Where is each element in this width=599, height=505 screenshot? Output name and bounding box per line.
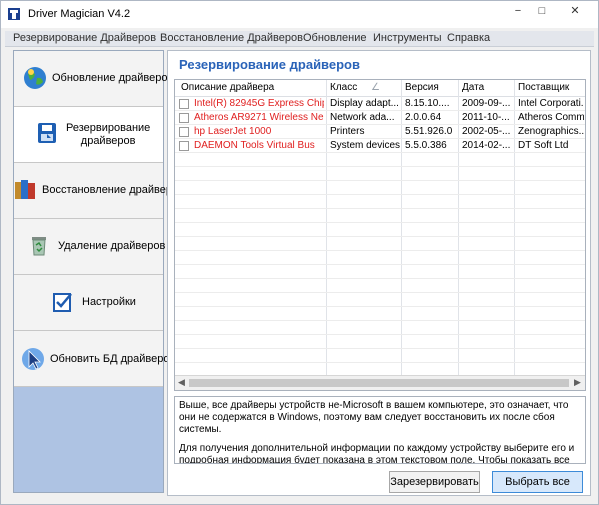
empty-row bbox=[175, 349, 585, 363]
empty-row bbox=[175, 293, 585, 307]
sidebar-item-label: Настройки bbox=[82, 296, 136, 308]
driver-vendor: Atheros Comm... bbox=[518, 112, 584, 123]
empty-row bbox=[175, 307, 585, 321]
sidebar-item-label: Удаление драйверов bbox=[58, 240, 166, 252]
sidebar-item-update-db[interactable]: Обновить БД драйверов bbox=[14, 331, 175, 387]
row-checkbox[interactable] bbox=[179, 113, 189, 123]
menu-tools[interactable]: Инструменты bbox=[373, 32, 442, 44]
driver-name: DAEMON Tools Virtual Bus bbox=[194, 140, 315, 151]
menu-restore-drivers[interactable]: Восстановление Драйверов bbox=[160, 32, 303, 44]
sidebar-item-label: Обновление драйверов bbox=[52, 72, 174, 84]
close-button[interactable]: ✕ bbox=[556, 4, 594, 20]
empty-row bbox=[175, 251, 585, 265]
app-logo-icon bbox=[8, 8, 20, 20]
empty-row bbox=[175, 195, 585, 209]
driver-class: Printers bbox=[330, 126, 365, 137]
empty-row bbox=[175, 223, 585, 237]
recycle-bin-icon bbox=[32, 237, 46, 256]
app-window: Driver Magician V4.2 − □ ✕ Резервировани… bbox=[0, 0, 599, 505]
column-header-class[interactable]: Класс bbox=[330, 82, 357, 93]
empty-row bbox=[175, 265, 585, 279]
horizontal-scrollbar[interactable]: ◀ ▶ bbox=[175, 375, 585, 390]
driver-date: 2014-02-... bbox=[462, 140, 511, 151]
sidebar-item-label: Резервирование драйверов bbox=[66, 122, 151, 147]
select-all-button[interactable]: Выбрать все bbox=[492, 471, 583, 493]
column-header-date[interactable]: Дата bbox=[462, 82, 484, 93]
scroll-left-icon[interactable]: ◀ bbox=[178, 377, 185, 388]
empty-row bbox=[175, 237, 585, 251]
scrollbar-thumb[interactable] bbox=[189, 379, 569, 387]
minimize-button[interactable]: − bbox=[505, 4, 531, 20]
sidebar-item-label: Обновить БД драйверов bbox=[50, 353, 176, 365]
driver-date: 2002-05-... bbox=[462, 126, 511, 137]
column-header-version[interactable]: Версия bbox=[405, 82, 439, 93]
sort-arrow-icon: ∠ bbox=[371, 82, 380, 93]
sidebar-item-delete-drivers[interactable]: Удаление драйверов bbox=[14, 219, 166, 275]
cursor-db-icon bbox=[22, 348, 44, 370]
column-header-description[interactable]: Описание драйвера bbox=[181, 82, 274, 93]
menu-update[interactable]: Обновление bbox=[303, 32, 367, 44]
maximize-button[interactable]: □ bbox=[529, 4, 555, 20]
table-row[interactable]: hp LaserJet 1000 Printers 5.51.926.0 200… bbox=[175, 125, 585, 139]
table-row[interactable]: DAEMON Tools Virtual Bus System devices … bbox=[175, 139, 585, 153]
driver-vendor: DT Soft Ltd bbox=[518, 140, 569, 151]
empty-row bbox=[175, 181, 585, 195]
menu-help[interactable]: Справка bbox=[447, 32, 490, 44]
row-checkbox[interactable] bbox=[179, 99, 189, 109]
empty-row bbox=[175, 153, 585, 167]
title-bar: Driver Magician V4.2 − □ ✕ bbox=[1, 1, 598, 28]
description-paragraph: Для получения дополнительной информации … bbox=[179, 443, 575, 464]
empty-row bbox=[175, 279, 585, 293]
driver-date: 2011-10-... bbox=[462, 112, 510, 123]
driver-name: hp LaserJet 1000 bbox=[194, 126, 272, 137]
sidebar: Обновление драйверов Резервирование драй… bbox=[13, 50, 184, 493]
row-checkbox[interactable] bbox=[179, 141, 189, 151]
page-title: Резервирование драйверов bbox=[179, 57, 360, 72]
driver-date: 2009-09-... bbox=[462, 98, 511, 109]
sidebar-item-restore-drivers[interactable]: Восстановление драйверов bbox=[14, 163, 184, 219]
table-row[interactable]: Intel(R) 82945G Express Chip... Display … bbox=[175, 97, 585, 111]
description-textbox[interactable]: Выше, все драйверы устройств не-Microsof… bbox=[174, 396, 586, 464]
row-checkbox[interactable] bbox=[179, 127, 189, 137]
description-paragraph: Выше, все драйверы устройств не-Microsof… bbox=[179, 400, 569, 435]
window-title: Driver Magician V4.2 bbox=[28, 8, 131, 20]
sidebar-item-update-drivers[interactable]: Обновление драйверов bbox=[14, 51, 173, 107]
main-panel: Резервирование драйверов Описание драйве… bbox=[167, 50, 591, 496]
table-header: Описание драйвера Класс ∠ Версия Дата По… bbox=[175, 80, 585, 97]
empty-row bbox=[175, 209, 585, 223]
settings-checklist-icon bbox=[53, 293, 72, 312]
backup-button[interactable]: Зарезервировать bbox=[389, 471, 480, 493]
restore-books-icon bbox=[15, 180, 35, 199]
driver-version: 5.5.0.386 bbox=[405, 140, 447, 151]
table-row[interactable]: Atheros AR9271 Wireless Ne... Network ad… bbox=[175, 111, 585, 125]
backup-disk-icon bbox=[38, 123, 56, 143]
scroll-right-icon[interactable]: ▶ bbox=[574, 377, 581, 388]
sidebar-item-settings[interactable]: Настройки bbox=[14, 275, 163, 331]
driver-class: System devices bbox=[330, 140, 400, 151]
empty-row bbox=[175, 321, 585, 335]
sidebar-item-label: Восстановление драйверов bbox=[42, 184, 184, 196]
driver-version: 2.0.0.64 bbox=[405, 112, 442, 123]
empty-row bbox=[175, 167, 585, 181]
menu-backup-drivers[interactable]: Резервирование Драйверов bbox=[13, 32, 156, 44]
globe-update-icon bbox=[24, 67, 46, 89]
column-header-vendor[interactable]: Поставщик bbox=[518, 82, 569, 93]
driver-version: 5.51.926.0 bbox=[405, 126, 453, 137]
driver-vendor: Intel Corporati... bbox=[518, 98, 584, 109]
driver-name: Atheros AR9271 Wireless Ne... bbox=[194, 112, 324, 123]
drivers-table[interactable]: Описание драйвера Класс ∠ Версия Дата По… bbox=[174, 79, 586, 391]
driver-version: 8.15.10.... bbox=[405, 98, 450, 109]
menu-bar: Резервирование Драйверов Восстановление … bbox=[5, 31, 594, 47]
driver-name: Intel(R) 82945G Express Chip... bbox=[194, 98, 324, 109]
driver-class: Display adapt... bbox=[330, 98, 399, 109]
driver-vendor: Zenographics... bbox=[518, 126, 584, 137]
empty-row bbox=[175, 335, 585, 349]
driver-class: Network ada... bbox=[330, 112, 395, 123]
sidebar-item-backup-drivers[interactable]: Резервирование драйверов bbox=[14, 107, 163, 163]
